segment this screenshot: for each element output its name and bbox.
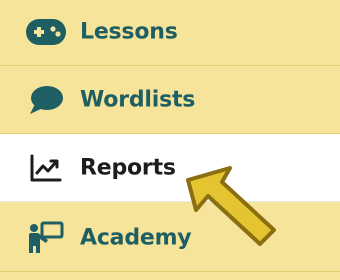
speech-bubble-icon [24, 82, 68, 118]
sidebar-item-label: Wordlists [80, 87, 196, 112]
sidebar-item-reports[interactable]: Reports [0, 134, 340, 202]
line-chart-icon [24, 150, 68, 186]
sidebar-item-label: Academy [80, 225, 192, 250]
sidebar-item-label: Reports [80, 155, 176, 180]
sidebar-item-lessons[interactable]: Lessons [0, 0, 340, 66]
teacher-board-icon [24, 220, 68, 256]
sidebar-item-academy[interactable]: Academy [0, 204, 340, 272]
gamepad-icon [24, 14, 68, 50]
sidebar-menu: Lessons Wordlists Reports Academy [0, 0, 340, 280]
sidebar-item-label: Lessons [80, 19, 178, 44]
sidebar-item-wordlists[interactable]: Wordlists [0, 66, 340, 134]
